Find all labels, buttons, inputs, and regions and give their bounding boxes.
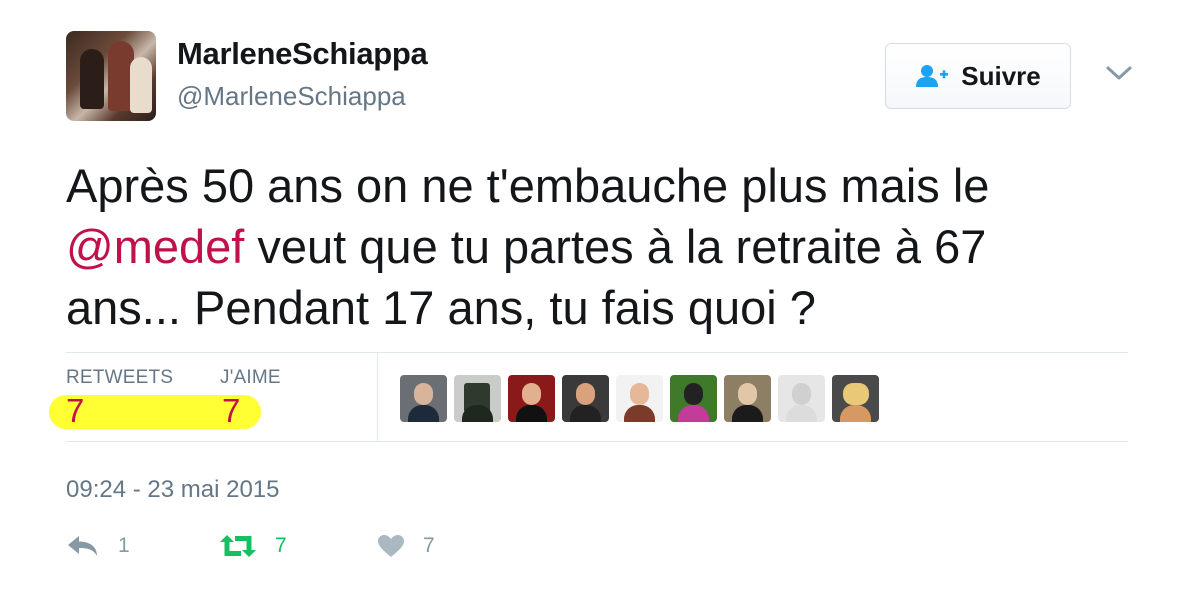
liker-avatar[interactable] <box>724 375 771 422</box>
display-name[interactable]: MarleneSchiappa <box>177 36 428 72</box>
liker-avatar[interactable] <box>562 375 609 422</box>
retweet-button[interactable]: 7 <box>219 534 287 558</box>
liker-avatar[interactable] <box>508 375 555 422</box>
liker-avatar[interactable] <box>670 375 717 422</box>
tweet-line-1: Après 50 ans on ne t'embauche plus mais … <box>66 159 990 212</box>
likers-avatars <box>400 375 879 422</box>
tweet-line-2: @medef veut que tu partes à la retraite … <box>66 216 1136 277</box>
mention-link[interactable]: @medef <box>66 220 244 273</box>
tweet-line-2-text: veut que tu partes à la retraite à 67 <box>244 220 987 273</box>
liker-avatar[interactable] <box>400 375 447 422</box>
reply-button[interactable]: 1 <box>66 534 130 558</box>
reply-icon <box>68 536 97 556</box>
follow-user-icon <box>916 65 949 87</box>
retweet-count: 7 <box>275 534 287 557</box>
liker-avatar[interactable] <box>778 375 825 422</box>
retweet-icon <box>220 535 256 557</box>
divider-bottom <box>66 441 1128 442</box>
likes-count[interactable]: 7 <box>222 392 240 430</box>
reply-count: 1 <box>118 534 130 557</box>
follow-button-label: Suivre <box>961 60 1041 91</box>
retweets-count[interactable]: 7 <box>66 392 84 430</box>
follow-button[interactable]: Suivre <box>885 43 1071 109</box>
liker-avatar[interactable] <box>454 375 501 422</box>
stats-divider <box>377 352 378 442</box>
liker-avatar[interactable] <box>616 375 663 422</box>
likes-label[interactable]: J'AIME <box>220 367 281 389</box>
divider-top <box>66 352 1128 353</box>
like-count: 7 <box>423 534 435 557</box>
profile-avatar[interactable] <box>66 31 156 121</box>
tweet-text: Après 50 ans on ne t'embauche plus mais … <box>66 155 1136 338</box>
like-button[interactable]: 7 <box>377 534 435 558</box>
heart-icon <box>378 535 404 557</box>
liker-avatar[interactable] <box>832 375 879 422</box>
user-handle[interactable]: @MarleneSchiappa <box>177 81 406 112</box>
retweets-label[interactable]: RETWEETS <box>66 367 173 389</box>
chevron-down-icon[interactable] <box>1104 62 1134 84</box>
tweet-line-3: ans... Pendant 17 ans, tu fais quoi ? <box>66 281 816 334</box>
tweet-timestamp[interactable]: 09:24 - 23 mai 2015 <box>66 476 279 504</box>
